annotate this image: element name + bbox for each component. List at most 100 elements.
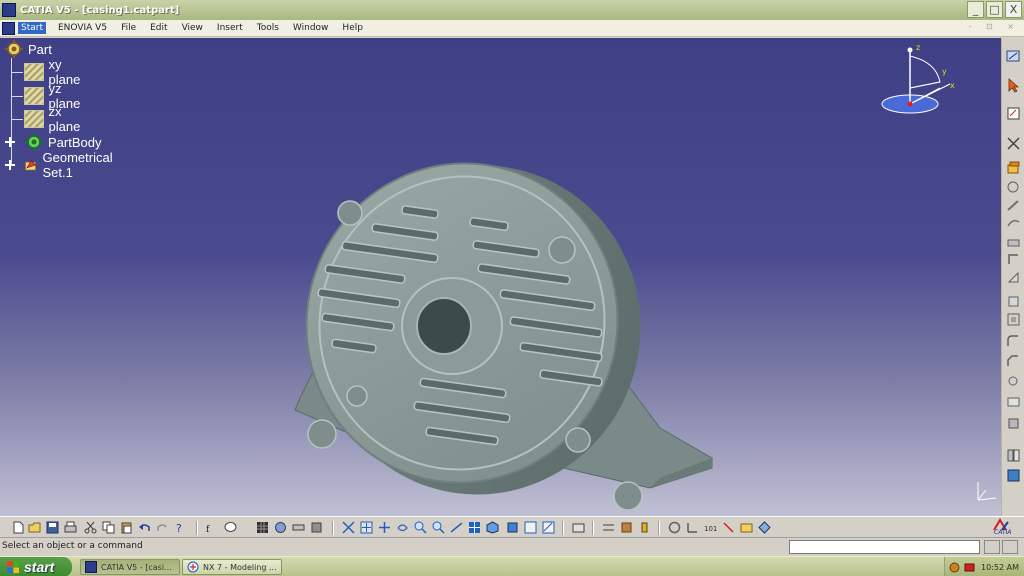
catalog-icon[interactable] (256, 521, 269, 534)
multi-view-icon[interactable] (468, 521, 481, 534)
toolbar-separator (592, 521, 594, 535)
menu-help[interactable]: Help (342, 23, 363, 33)
draft-icon[interactable] (1006, 374, 1021, 389)
tools-icon[interactable] (1006, 136, 1021, 151)
fit-all-icon[interactable] (342, 521, 355, 534)
shell-icon[interactable] (1006, 394, 1021, 409)
casing-part-model[interactable] (0, 38, 1001, 516)
knowledge-icon[interactable] (274, 521, 287, 534)
save-icon[interactable] (46, 521, 59, 534)
shaft-icon[interactable] (1006, 198, 1021, 213)
menu-file[interactable]: File (121, 23, 136, 33)
tree-node-yz-plane[interactable]: yz plane (24, 81, 86, 111)
copy-icon[interactable] (102, 521, 115, 534)
pocket-icon[interactable] (1006, 180, 1021, 195)
status-button-2[interactable] (1002, 540, 1018, 554)
tree-label-partbody: PartBody (48, 134, 102, 150)
power-input-field[interactable] (789, 540, 980, 554)
pan-icon[interactable] (360, 521, 373, 534)
measure-icon[interactable] (292, 521, 305, 534)
redo-icon[interactable] (156, 521, 169, 534)
menu-insert[interactable]: Insert (217, 23, 243, 33)
tree-node-partbody[interactable]: PartBody (24, 132, 101, 152)
menu-enovia[interactable]: ENOVIA V5 (58, 23, 107, 33)
swap-visible-icon[interactable] (524, 521, 537, 534)
rotate-icon[interactable] (378, 521, 391, 534)
print-icon[interactable] (64, 521, 77, 534)
sketcher-icon[interactable] (1006, 48, 1021, 63)
zoom-in-icon[interactable] (414, 521, 427, 534)
material-icon[interactable] (542, 521, 555, 534)
fly-icon[interactable] (310, 521, 323, 534)
compass-widget[interactable]: z y x (878, 42, 958, 118)
menu-start[interactable]: Start (18, 22, 46, 34)
sketch-plane-icon[interactable] (1006, 106, 1021, 121)
comment-icon[interactable] (224, 521, 237, 534)
tree-node-xy-plane[interactable]: xy plane (24, 57, 86, 87)
document-window-controls[interactable]: - ⊡ × (969, 22, 1020, 31)
tree-node-geometrical-set[interactable]: Geometrical Set.1 (24, 150, 118, 180)
minimize-button[interactable]: _ (967, 1, 984, 18)
undo-icon[interactable] (138, 521, 151, 534)
compass-y-label: y (942, 67, 947, 76)
svg-text:f: f (206, 525, 210, 534)
3d-viewport[interactable]: Part xy plane yz plane zx plane PartBody… (0, 38, 1001, 516)
restore-button[interactable]: □ (986, 1, 1003, 18)
start-button[interactable]: start (0, 557, 72, 576)
menu-window[interactable]: Window (293, 23, 329, 33)
status-button-1[interactable] (984, 540, 1000, 554)
hole-icon[interactable] (1006, 234, 1021, 249)
constraint-icon[interactable] (620, 521, 633, 534)
axis-icon[interactable] (686, 521, 699, 534)
security-tray-icon[interactable] (964, 562, 975, 573)
network-tray-icon[interactable] (949, 562, 960, 573)
svg-text:101: 101 (704, 525, 717, 533)
expand-plus-icon[interactable] (4, 136, 16, 148)
window-title: CATIA V5 - [casing1.catpart] (20, 4, 180, 16)
groove-icon[interactable] (1006, 216, 1021, 231)
analysis-icon[interactable] (638, 521, 651, 534)
hide-show-icon[interactable] (396, 521, 409, 534)
normal-view-icon[interactable] (450, 521, 463, 534)
part-design-icon[interactable] (740, 521, 753, 534)
thickness-icon[interactable] (1006, 416, 1021, 431)
iso-view-icon[interactable] (486, 521, 499, 534)
whats-this-icon[interactable]: ? (174, 521, 187, 534)
rib-icon[interactable] (1006, 252, 1021, 267)
zoom-out-icon[interactable] (432, 521, 445, 534)
apply-material-toolbar-icon[interactable] (758, 521, 771, 534)
select-icon[interactable] (1006, 78, 1021, 93)
pad-icon[interactable] (1006, 160, 1021, 175)
mirror-icon[interactable] (1006, 448, 1021, 463)
menu-tools[interactable]: Tools (257, 23, 279, 33)
open-icon[interactable] (28, 521, 41, 534)
tree-node-zx-plane[interactable]: zx plane (24, 104, 86, 134)
grid-icon[interactable] (602, 521, 615, 534)
paste-icon[interactable] (120, 521, 133, 534)
formula-icon[interactable]: f (206, 521, 219, 534)
shading-icon[interactable] (506, 521, 519, 534)
fillet-icon[interactable] (1006, 334, 1021, 349)
cut-icon[interactable] (84, 521, 97, 534)
new-icon[interactable] (12, 521, 25, 534)
stiffener-icon[interactable] (1006, 294, 1021, 309)
loft-icon[interactable] (1006, 312, 1021, 327)
publish-icon[interactable]: 101 (704, 521, 717, 534)
plane-icon (24, 110, 45, 128)
expand-plus-icon[interactable] (4, 159, 16, 171)
apply-material-icon[interactable] (1006, 468, 1021, 483)
compass-z-label: z (916, 43, 920, 52)
taskbar-nx-label: NX 7 - Modeling ... (203, 562, 277, 572)
taskbar-catia[interactable]: CATIA V5 - [casi... (80, 559, 180, 575)
update-icon[interactable] (668, 521, 681, 534)
tree-node-part[interactable]: Part (4, 39, 52, 59)
chamfer-icon[interactable] (1006, 354, 1021, 369)
slot-icon[interactable] (1006, 270, 1021, 285)
close-button[interactable]: X (1005, 1, 1022, 18)
menu-edit[interactable]: Edit (150, 23, 167, 33)
sketch-icon[interactable] (572, 521, 585, 534)
document-icon[interactable] (2, 21, 15, 35)
catalog2-icon[interactable] (722, 521, 735, 534)
menu-view[interactable]: View (182, 23, 203, 33)
taskbar-nx[interactable]: NX 7 - Modeling ... (182, 559, 282, 575)
